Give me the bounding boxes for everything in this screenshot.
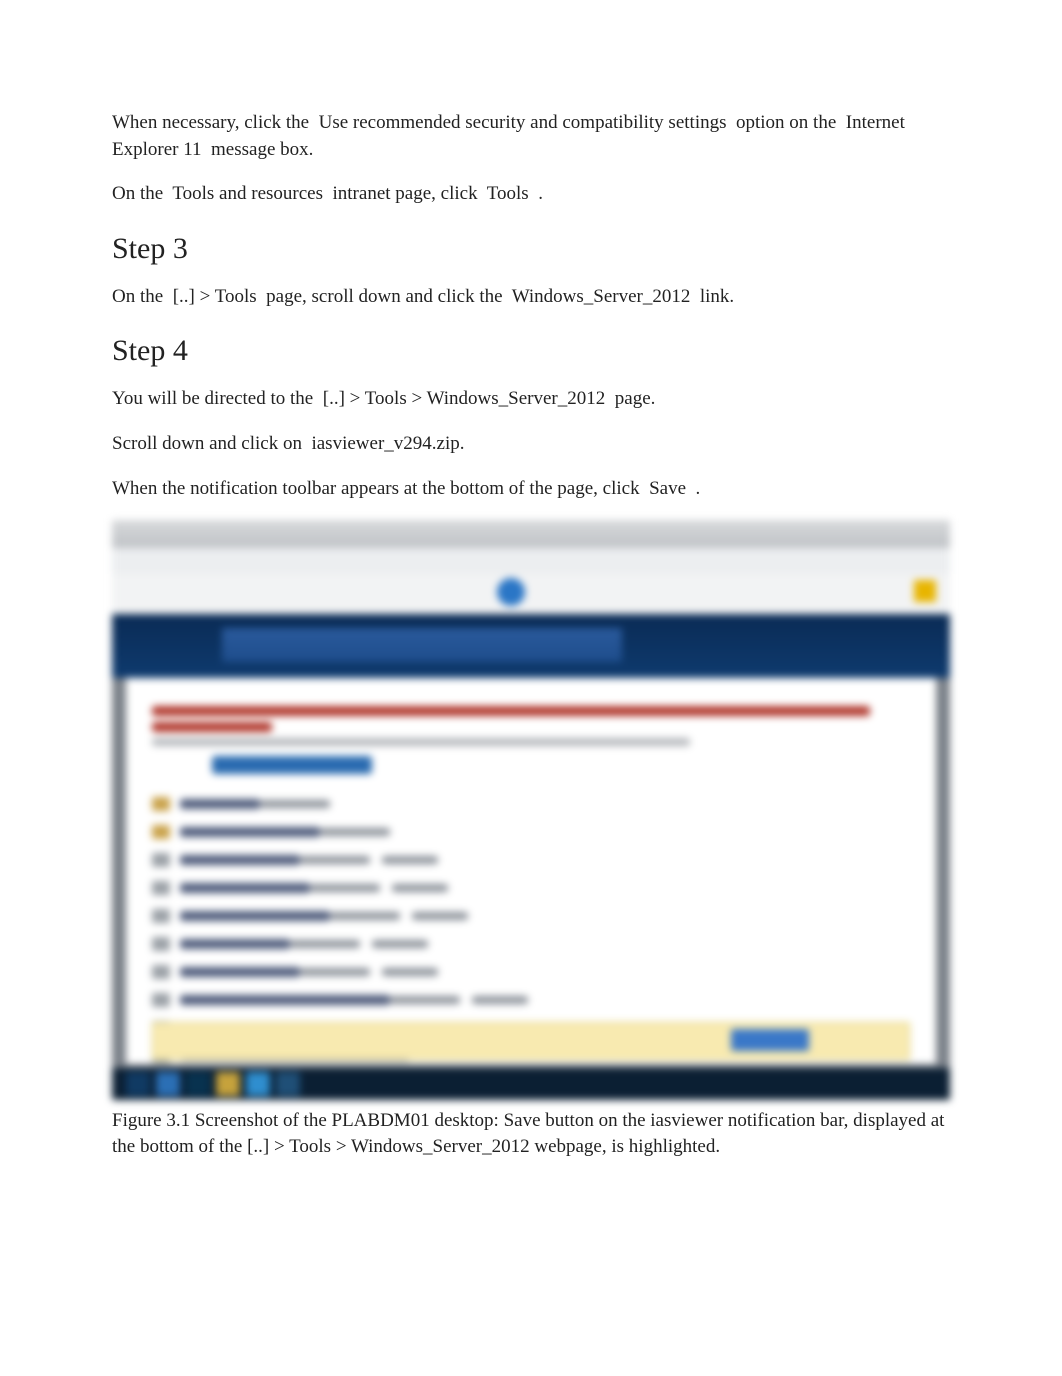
file-icon (152, 881, 170, 895)
step-4-paragraph-3: When the notification toolbar appears at… (112, 476, 950, 503)
list-item (152, 874, 910, 902)
warning-text-line (152, 706, 870, 716)
notification-icon (914, 580, 936, 602)
text: You will be directed to the (112, 388, 318, 409)
list-item (152, 790, 910, 818)
browser-tabbar (112, 548, 950, 574)
text: On the (112, 286, 168, 307)
list-item (152, 846, 910, 874)
start-icon (126, 1072, 150, 1096)
list-item (152, 986, 910, 1014)
file-name (180, 883, 310, 893)
text: link. (695, 286, 734, 307)
folder-icon (152, 797, 170, 811)
file-icon (152, 853, 170, 867)
text: option on the (731, 112, 841, 133)
text: Scroll down and click on (112, 433, 307, 454)
text: When necessary, click the (112, 112, 314, 133)
file-date (300, 856, 370, 864)
ui-label-recommended-settings: Use recommended security and compatibili… (319, 112, 727, 133)
intro-paragraph-1: When necessary, click the Use recommende… (112, 110, 950, 163)
file-size (472, 996, 528, 1004)
file-name (180, 855, 300, 865)
file-date (300, 968, 370, 976)
window-titlebar (112, 520, 950, 548)
list-item (152, 902, 910, 930)
file-name (180, 799, 260, 809)
taskbar-icon (276, 1072, 300, 1096)
download-notification-bar (152, 1022, 910, 1060)
file-size (392, 884, 448, 892)
text: . (691, 478, 701, 499)
browser-toolbar (112, 574, 950, 614)
file-name (180, 911, 330, 921)
text: message box. (206, 139, 313, 160)
breadcrumb-windows-server-2012: [..] > Tools > Windows_Server_2012 (323, 388, 606, 409)
document-page: When necessary, click the Use recommende… (0, 0, 1062, 1238)
intro-paragraph-2: On the Tools and resources intranet page… (112, 181, 950, 208)
step-3-paragraph: On the [..] > Tools page, scroll down an… (112, 284, 950, 311)
text: . (533, 183, 543, 204)
file-date (390, 996, 460, 1004)
ui-label-tools-resources: Tools and resources (172, 183, 323, 204)
site-nav-tab (222, 628, 622, 662)
file-size (372, 940, 428, 948)
link-windows-server-2012: Windows_Server_2012 (512, 286, 691, 307)
list-item (152, 930, 910, 958)
save-button-highlight (731, 1029, 809, 1051)
file-size (412, 912, 468, 920)
figure-3-1: Figure 3.1 Screenshot of the PLABDM01 de… (112, 520, 950, 1159)
file-name (180, 827, 320, 837)
windows-taskbar (112, 1068, 950, 1100)
file-icon (152, 937, 170, 951)
file-size (382, 856, 438, 864)
step-3-heading: Step 3 (112, 232, 950, 266)
file-date (310, 884, 380, 892)
file-date (260, 800, 330, 808)
list-item (152, 818, 910, 846)
text: page. (610, 388, 655, 409)
taskbar-icon (246, 1072, 270, 1096)
taskbar-icon (156, 1072, 180, 1096)
screenshot-blurred (112, 520, 950, 1100)
taskbar-icon (216, 1072, 240, 1096)
file-icon (152, 993, 170, 1007)
file-iasviewer-zip: iasviewer_v294.zip. (311, 433, 464, 454)
step-4-paragraph-1: You will be directed to the [..] > Tools… (112, 386, 950, 413)
file-icon (152, 909, 170, 923)
file-date (330, 912, 400, 920)
file-size (382, 968, 438, 976)
folder-icon (152, 825, 170, 839)
file-date (290, 940, 360, 948)
file-name (180, 939, 290, 949)
list-item (152, 958, 910, 986)
file-name (180, 995, 390, 1005)
file-listing (152, 790, 910, 1040)
text: page, scroll down and click the (261, 286, 507, 307)
file-date (320, 828, 390, 836)
link-pill (212, 756, 372, 774)
breadcrumb-tools: [..] > Tools (173, 286, 257, 307)
file-name (180, 967, 300, 977)
text: intranet page, click (328, 183, 483, 204)
text: On the (112, 183, 168, 204)
figure-caption: Figure 3.1 Screenshot of the PLABDM01 de… (112, 1108, 950, 1159)
step-4-paragraph-2: Scroll down and click on iasviewer_v294.… (112, 431, 950, 458)
ui-label-tools: Tools (487, 183, 529, 204)
text: When the notification toolbar appears at… (112, 478, 644, 499)
warning-text-line (152, 722, 272, 732)
taskbar-icon (186, 1072, 210, 1096)
info-text-line (152, 738, 690, 746)
ui-label-save: Save (649, 478, 686, 499)
file-icon (152, 965, 170, 979)
step-4-heading: Step 4 (112, 334, 950, 368)
